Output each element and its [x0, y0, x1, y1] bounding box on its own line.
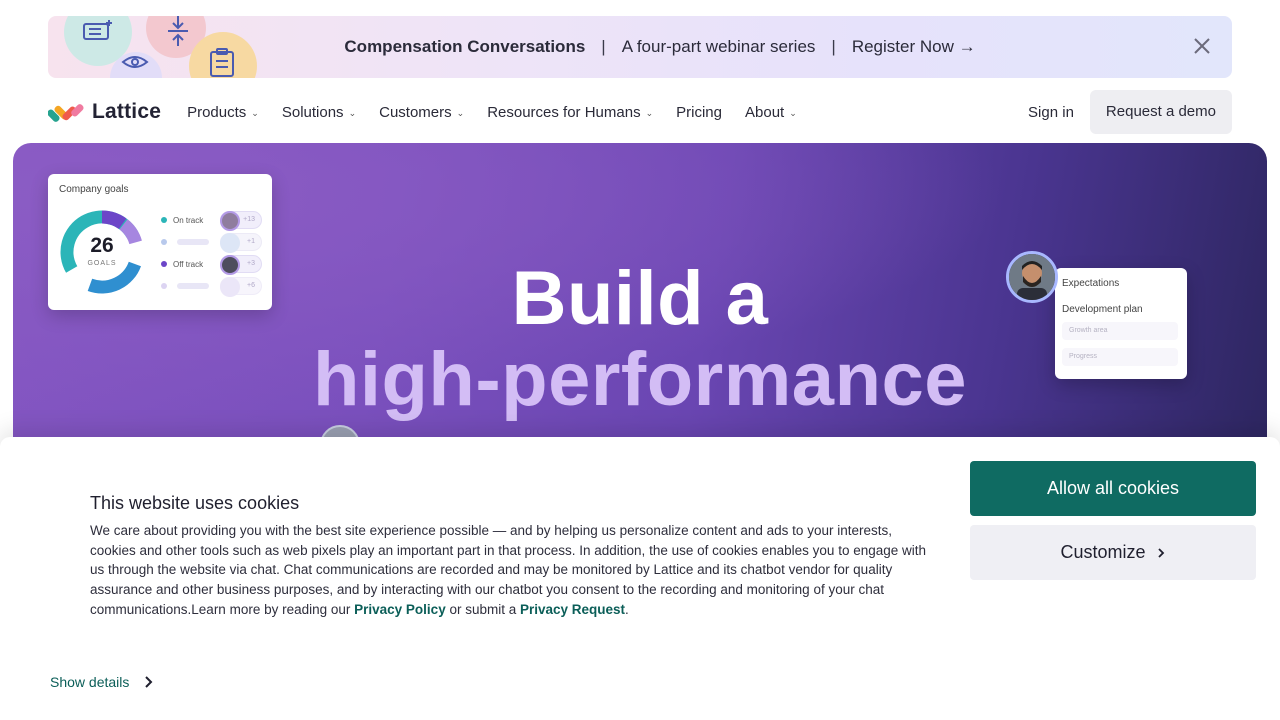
logo-text: Lattice	[92, 100, 162, 123]
legend-placeholder-bar	[177, 239, 209, 245]
avatar-pill: +13	[220, 211, 262, 231]
nav-about[interactable]: About ⌄	[745, 104, 797, 121]
customize-label: Customize	[1060, 542, 1146, 562]
person-photo	[1009, 254, 1055, 300]
nav-label: Pricing	[676, 103, 722, 121]
lattice-logo[interactable]: Lattice	[48, 100, 161, 124]
sign-in-link[interactable]: Sign in	[1028, 104, 1074, 121]
chevron-down-icon: ⌄	[251, 107, 259, 118]
nav-resources[interactable]: Resources for Humans ⌄	[487, 104, 653, 121]
legend-dot	[161, 217, 167, 223]
nav-pricing[interactable]: Pricing	[676, 104, 722, 121]
avatar	[220, 233, 240, 253]
show-details-label: Show details	[50, 674, 130, 690]
register-now-link[interactable]: Register Now →	[852, 37, 976, 57]
nav-label: Solutions	[281, 103, 344, 121]
avatar	[1006, 251, 1058, 303]
main-nav: Lattice Products ⌄ Solutions ⌄ Customers ⌄ …	[48, 90, 1232, 134]
banner-text: Compensation Conversations | A four-part…	[48, 16, 1232, 78]
avatar-pill: +1	[220, 233, 262, 253]
chevron-right-icon	[145, 676, 153, 688]
banner-title: Compensation Conversations	[344, 37, 586, 56]
cookie-description: We care about providing you with the bes…	[90, 521, 930, 620]
legend-row	[161, 235, 209, 249]
cookie-connector-text: or submit a	[445, 601, 520, 617]
nav-label: Customers	[379, 103, 452, 121]
banner-subtitle: A four-part webinar series	[621, 37, 816, 56]
banner-separator: |	[601, 37, 606, 56]
goals-card-title: Company goals	[59, 184, 129, 195]
progress-field: Progress	[1062, 348, 1178, 366]
nav-label: About	[745, 103, 785, 121]
promo-banner[interactable]: Compensation Conversations | A four-part…	[48, 16, 1232, 78]
chevron-down-icon: ⌄	[789, 107, 797, 118]
nav-solutions[interactable]: Solutions ⌄	[282, 104, 356, 121]
legend-label: On track	[173, 215, 204, 225]
hero-section: Company goals 26 GOALS On track Off trac…	[13, 143, 1267, 473]
customize-button[interactable]: Customize	[970, 525, 1256, 580]
nav-actions: Sign in Request a demo	[1028, 90, 1232, 134]
request-demo-button[interactable]: Request a demo	[1089, 90, 1232, 134]
chevron-right-icon	[1157, 547, 1164, 558]
growth-area-field: Growth area	[1062, 322, 1178, 340]
nav-label: Resources for Humans	[487, 103, 641, 121]
legend-dot	[161, 239, 167, 245]
show-details-link[interactable]: Show details	[50, 674, 153, 690]
avatar-extra-count: +13	[243, 216, 255, 223]
avatar	[220, 211, 240, 231]
development-plan-label: Development plan	[1062, 304, 1143, 315]
chevron-down-icon: ⌄	[456, 107, 465, 118]
expectations-title: Expectations	[1062, 278, 1120, 289]
lattice-logo-icon	[48, 104, 84, 122]
nav-products[interactable]: Products ⌄	[187, 104, 259, 121]
privacy-request-link[interactable]: Privacy Request	[520, 602, 625, 617]
chevron-down-icon: ⌄	[645, 107, 654, 118]
banner-separator: |	[831, 37, 836, 56]
allow-all-cookies-button[interactable]: Allow all cookies	[970, 461, 1256, 516]
privacy-policy-link[interactable]: Privacy Policy	[354, 602, 446, 617]
cookie-title: This website uses cookies	[90, 493, 300, 513]
cookie-end-text: .	[625, 601, 629, 617]
avatar-extra-count: +1	[247, 238, 255, 245]
close-icon[interactable]	[1190, 34, 1214, 58]
nav-label: Products	[187, 103, 247, 121]
chevron-down-icon: ⌄	[348, 107, 357, 118]
nav-customers[interactable]: Customers ⌄	[379, 104, 464, 121]
legend-row: On track	[161, 213, 203, 227]
cookie-consent-panel: This website uses cookies We care about …	[0, 437, 1280, 720]
expectations-card: Expectations Development plan Growth are…	[1055, 268, 1187, 379]
